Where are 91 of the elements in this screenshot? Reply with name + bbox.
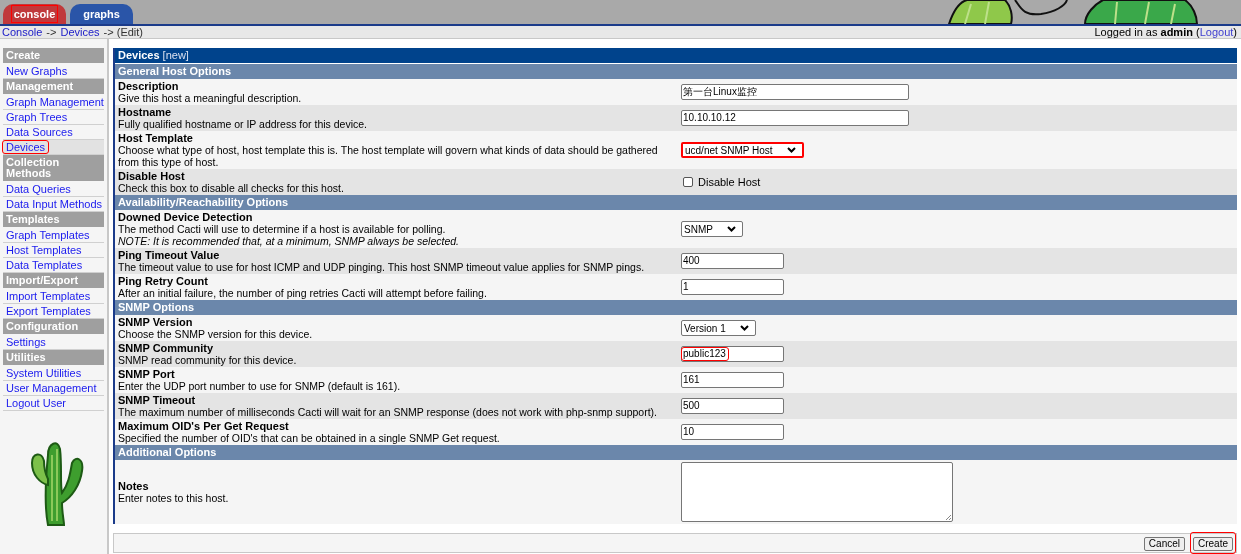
field-label: Notes (118, 480, 150, 492)
field-description: The maximum number of milliseconds Cacti will wait for an SNMP response (does not work with php-snmp support). (118, 406, 658, 418)
sidebar-item[interactable]: User Management (3, 382, 100, 394)
field-label: Host Template (118, 132, 194, 144)
sidebar-item[interactable]: Graph Templates (3, 229, 93, 241)
text-field[interactable]: 第一台Linux监控 (681, 84, 909, 100)
field-description: Specified the number of OID's that can be obtained in a single SNMP Get request. (118, 432, 501, 444)
text-field[interactable]: 161 (681, 372, 784, 388)
sidebar-item[interactable]: Graph Trees (3, 111, 71, 123)
field-description: After an initial failure, the number of ping retries Cacti will attempt before failing. (118, 287, 488, 299)
sidebar-header: Utilities (3, 350, 104, 365)
sidebar-header: Create (3, 48, 104, 63)
field-value: 400 (682, 255, 701, 267)
checkbox-label[interactable]: Disable Host (698, 173, 761, 191)
sidebar-item[interactable]: Host Templates (3, 244, 85, 256)
field-label: Maximum OID's Per Get Request (118, 420, 290, 432)
text-field[interactable]: 10.10.10.12 (681, 110, 909, 126)
field-description: Enter notes to this host. (118, 492, 230, 504)
field-note: NOTE: It is recommended that, at a minimum, SNMP always be selected. (118, 235, 460, 247)
dropdown[interactable]: SNMP (681, 221, 743, 237)
field-description: Check this box to disable all checks for this host. (118, 182, 345, 194)
chevron-down-icon (786, 147, 796, 153)
breadcrumb-separator: -> (Edit) (103, 24, 143, 40)
section-header: General Host Options (115, 64, 1237, 79)
field-description: Choose the SNMP version for this device. (118, 328, 314, 340)
sidebar-item[interactable]: Graph Management (3, 96, 107, 108)
field-label: Ping Timeout Value (118, 249, 221, 261)
field-value: 10 (682, 426, 696, 438)
form-button[interactable]: Create (1193, 536, 1233, 551)
text-field[interactable]: 400 (681, 253, 784, 269)
breadcrumb-link[interactable]: Devices (60, 23, 100, 41)
sidebar-header: Collection Methods (3, 155, 104, 181)
sidebar-header: Import/Export (3, 273, 104, 288)
field-value: 1 (682, 281, 690, 293)
field-description: Give this host a meaningful description. (118, 92, 303, 104)
field-description: Fully qualified hostname or IP address for this device. (118, 118, 369, 130)
sidebar-item[interactable]: New Graphs (3, 65, 71, 77)
dropdown[interactable]: ucd/net SNMP Host (681, 142, 804, 158)
text-field[interactable]: 500 (681, 398, 784, 414)
logout-link[interactable]: Logout (1199, 25, 1234, 38)
field-value: 10.10.10.12 (682, 112, 737, 124)
text-field[interactable]: 10 (681, 424, 784, 440)
sidebar-item[interactable]: Export Templates (3, 305, 94, 317)
dropdown[interactable]: Version 1 (681, 320, 756, 336)
field-value: 500 (682, 400, 701, 412)
sidebar-item[interactable]: Import Templates (3, 290, 94, 302)
chevron-down-icon (739, 325, 749, 331)
nav-tab[interactable]: graphs (70, 4, 133, 24)
form-title: Devices (118, 48, 160, 64)
nav-tab[interactable]: console (3, 4, 66, 24)
field-label: Description (118, 80, 180, 92)
chevron-down-icon (726, 226, 736, 232)
form-button[interactable]: Cancel (1143, 536, 1185, 551)
sidebar-header: Templates (3, 212, 104, 227)
checkbox[interactable] (683, 177, 693, 187)
field-label: Ping Retry Count (118, 275, 209, 287)
breadcrumb-separator: -> (46, 24, 57, 40)
breadcrumb-link[interactable]: Console (2, 23, 43, 41)
sidebar-header: Configuration (3, 319, 104, 334)
resize-handle-icon[interactable] (945, 514, 951, 520)
text-field[interactable]: public123 (681, 346, 784, 362)
field-description: SNMP read community for this device. (118, 354, 298, 366)
field-label: Downed Device Detection (118, 211, 254, 223)
notes-field[interactable] (681, 462, 953, 522)
sidebar-item[interactable]: Data Templates (3, 259, 86, 271)
sidebar-item[interactable]: Settings (3, 336, 49, 348)
field-description: Choose what type of host, host template this is. The host template will govern what kinds of data should be gathered from this type of host. (118, 144, 659, 168)
sidebar-item[interactable]: Data Input Methods (3, 198, 105, 210)
field-label: SNMP Version (118, 316, 194, 328)
field-value: public123 (682, 348, 728, 360)
section-header: Additional Options (115, 445, 1237, 460)
login-status: Logged in as admin (Logout) (1094, 24, 1238, 40)
sidebar-item[interactable]: System Utilities (3, 367, 85, 379)
field-label: SNMP Port (118, 368, 176, 380)
sidebar-item[interactable]: Data Queries (3, 183, 74, 195)
section-header: Availability/Reachability Options (115, 195, 1237, 210)
sidebar-item[interactable]: Logout User (3, 397, 69, 409)
field-description: The method Cacti will use to determine if a host is available for polling. (118, 223, 447, 235)
field-value: 161 (682, 374, 701, 386)
field-label: Hostname (118, 106, 173, 118)
field-label: SNMP Timeout (118, 394, 197, 406)
field-description: Enter the UDP port number to use for SNMP (default is 161). (118, 380, 402, 392)
sidebar-item[interactable]: Data Sources (3, 126, 76, 138)
field-label: Disable Host (118, 170, 186, 182)
text-field[interactable]: 1 (681, 279, 784, 295)
sidebar-header: Management (3, 79, 104, 94)
form-tag: [new] (162, 47, 189, 64)
field-label: SNMP Community (118, 342, 215, 354)
field-description: The timeout value to use for host ICMP and UDP pinging. This host SNMP timeout value applies for SNMP pings. (118, 261, 646, 273)
section-header: SNMP Options (115, 300, 1237, 315)
field-value: 第一台Linux监控 (682, 86, 758, 98)
